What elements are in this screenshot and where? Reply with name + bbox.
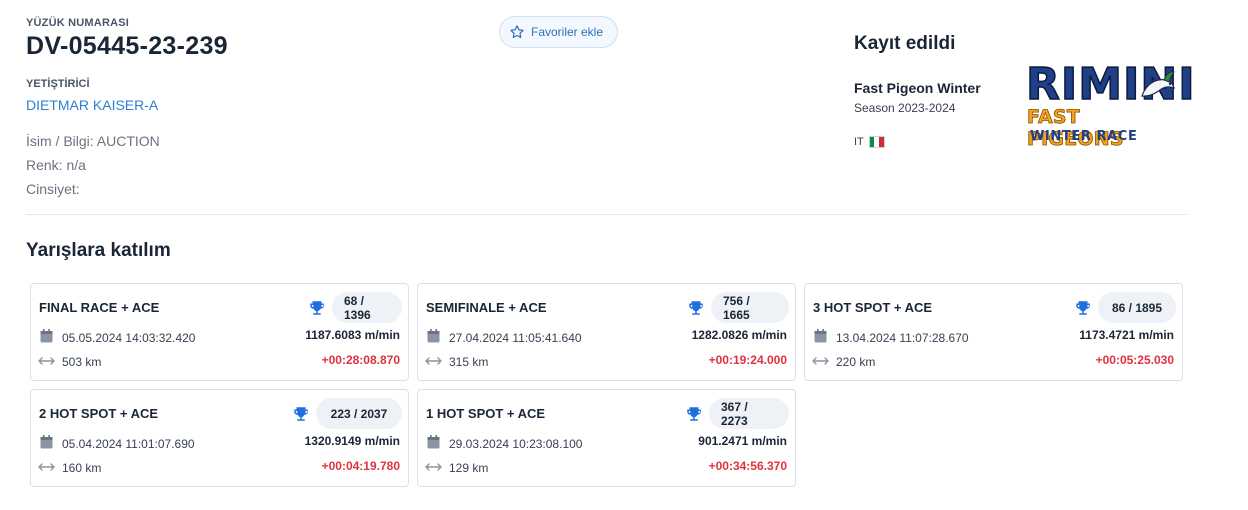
star-outline-icon <box>510 25 524 39</box>
trophy-icon <box>687 407 701 421</box>
race-date: 05.05.2024 14:03:32.420 <box>62 331 196 345</box>
rank-pill: 367 / 2273 <box>709 398 789 429</box>
time-difference: +00:34:56.370 <box>708 459 787 473</box>
rank-pill: 756 / 1665 <box>711 292 789 323</box>
competition-logo: RIMINI FAST PIGEONS WINTER RACE <box>1024 59 1195 151</box>
race-speed: 1187.6083 m/min <box>305 328 400 342</box>
race-speed: 901.2471 m/min <box>698 434 787 448</box>
race-date: 29.03.2024 10:23:08.100 <box>449 437 583 451</box>
rank-pill: 86 / 1895 <box>1098 292 1176 323</box>
race-date: 05.04.2024 11:01:07.690 <box>62 437 195 451</box>
logo-text-winter-race: WINTER RACE <box>1030 129 1138 144</box>
race-card[interactable]: SEMIFINALE + ACE 756 / 1665 27.04.2024 1… <box>417 283 796 381</box>
section-divider <box>26 214 1187 215</box>
season-label: Season 2023-2024 <box>854 101 956 115</box>
calendar-icon <box>427 435 440 449</box>
calendar-icon <box>814 329 827 343</box>
country-code: IT <box>854 136 864 148</box>
time-difference: +00:28:08.870 <box>321 353 400 367</box>
race-date: 13.04.2024 11:07:28.670 <box>836 331 969 345</box>
breeder-label: YETİŞTİRİCİ <box>26 78 90 90</box>
race-name: 3 HOT SPOT + ACE <box>813 300 933 315</box>
race-name: SEMIFINALE + ACE <box>426 300 547 315</box>
time-difference: +00:19:24.000 <box>708 353 787 367</box>
race-distance: 160 km <box>62 461 102 475</box>
rank-pill: 68 / 1396 <box>332 292 402 323</box>
distance-arrow-icon <box>38 463 55 471</box>
pigeon-logo-icon <box>1141 71 1175 97</box>
trophy-icon <box>310 301 324 315</box>
time-difference: +00:04:19.780 <box>321 459 400 473</box>
registered-title: Kayıt edildi <box>854 33 956 54</box>
race-name: 1 HOT SPOT + ACE <box>426 406 546 421</box>
breeder-link[interactable]: DIETMAR KAISER-A <box>26 97 158 113</box>
distance-arrow-icon <box>425 357 442 365</box>
add-favorite-label: Favoriler ekle <box>531 25 604 39</box>
race-card[interactable]: 3 HOT SPOT + ACE 86 / 1895 13.04.2024 11… <box>804 283 1183 381</box>
name-info: İsim / Bilgi: AUCTION <box>26 133 160 149</box>
race-card[interactable]: FINAL RACE + ACE 68 / 1396 05.05.2024 14… <box>30 283 409 381</box>
trophy-icon <box>689 301 703 315</box>
participation-section-title: Yarışlara katılım <box>26 240 171 261</box>
race-name: FINAL RACE + ACE <box>39 300 160 315</box>
calendar-icon <box>427 329 440 343</box>
race-card[interactable]: 2 HOT SPOT + ACE 223 / 2037 05.04.2024 1… <box>30 389 409 487</box>
rank-pill: 223 / 2037 <box>316 398 402 429</box>
country-info: IT <box>854 136 885 148</box>
competition-name[interactable]: Fast Pigeon Winter <box>854 80 981 96</box>
distance-arrow-icon <box>425 463 442 471</box>
race-speed: 1320.9149 m/min <box>304 434 400 448</box>
trophy-icon <box>1076 301 1090 315</box>
race-distance: 315 km <box>449 355 489 369</box>
race-distance: 129 km <box>449 461 489 475</box>
race-speed: 1282.0826 m/min <box>691 328 787 342</box>
gender-info: Cinsiyet: <box>26 181 80 197</box>
distance-arrow-icon <box>38 357 55 365</box>
calendar-icon <box>40 435 53 449</box>
race-card[interactable]: 1 HOT SPOT + ACE 367 / 2273 29.03.2024 1… <box>417 389 796 487</box>
race-date: 27.04.2024 11:05:41.640 <box>449 331 582 345</box>
trophy-icon <box>294 407 308 421</box>
ring-number-label: YÜZÜK NUMARASI <box>26 17 130 29</box>
italy-flag-icon <box>868 136 885 148</box>
race-speed: 1173.4721 m/min <box>1079 328 1174 342</box>
calendar-icon <box>40 329 53 343</box>
race-distance: 220 km <box>836 355 876 369</box>
color-info: Renk: n/a <box>26 157 86 173</box>
add-favorite-button[interactable]: Favoriler ekle <box>499 16 618 48</box>
race-name: 2 HOT SPOT + ACE <box>39 406 159 421</box>
time-difference: +00:05:25.030 <box>1095 353 1174 367</box>
race-distance: 503 km <box>62 355 102 369</box>
distance-arrow-icon <box>812 357 829 365</box>
ring-number: DV-05445-23-239 <box>26 32 228 60</box>
